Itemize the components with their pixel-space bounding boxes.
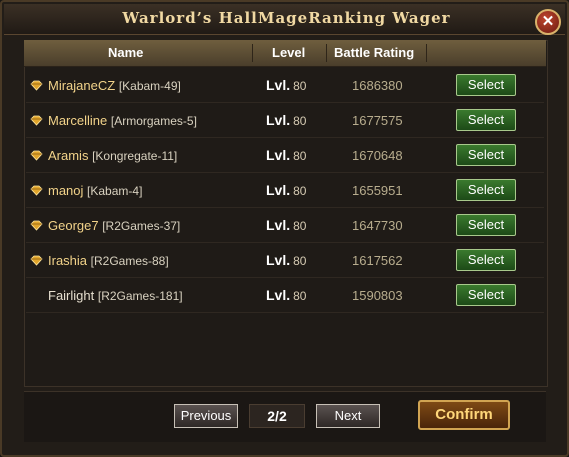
- header-name: Name: [108, 45, 144, 60]
- battle-rating: 1590803: [352, 288, 403, 303]
- player-name: Fairlight [R2Games-181]: [48, 288, 183, 303]
- player-level: Lvl. 80: [266, 252, 307, 268]
- player-level: Lvl. 80: [266, 287, 307, 303]
- player-level: Lvl. 80: [266, 147, 307, 163]
- select-button[interactable]: Select: [456, 214, 516, 236]
- table-row: George7 [R2Games-37] Lvl. 80 1647730 Sele…: [26, 210, 544, 243]
- page-indicator: 2/2: [249, 404, 305, 428]
- table-header: Name Level Battle Rating: [24, 40, 546, 67]
- player-name: Irashia [R2Games-88]: [48, 253, 169, 268]
- player-name: MirajaneCZ [Kabam-49]: [48, 78, 181, 93]
- close-button[interactable]: ✕: [535, 9, 561, 35]
- select-button[interactable]: Select: [456, 249, 516, 271]
- battle-rating: 1617562: [352, 253, 403, 268]
- table-row: MirajaneCZ [Kabam-49] Lvl. 80 1686380 Sel…: [26, 70, 544, 103]
- select-button[interactable]: Select: [456, 179, 516, 201]
- confirm-button[interactable]: Confirm: [418, 400, 510, 430]
- battle-rating: 1647730: [352, 218, 403, 233]
- player-server: [Armorgames-5]: [110, 114, 197, 128]
- next-button[interactable]: Next: [316, 404, 380, 428]
- table-row: manoj [Kabam-4] Lvl. 80 1655951 Select: [26, 175, 544, 208]
- player-server: [Kabam-4]: [87, 184, 143, 198]
- header-level: Level: [272, 45, 306, 60]
- player-name: George7 [R2Games-37]: [48, 218, 181, 233]
- wager-window: Warlord’s HallMageRanking Wager ✕ Name L…: [0, 0, 569, 457]
- gem-icon: [30, 80, 43, 91]
- battle-rating: 1677575: [352, 113, 403, 128]
- player-server: [Kabam-49]: [118, 79, 181, 93]
- player-name: Aramis [Kongregate-11]: [48, 148, 178, 163]
- player-level: Lvl. 80: [266, 217, 307, 233]
- header-divider: [252, 44, 253, 62]
- select-button[interactable]: Select: [456, 109, 516, 131]
- select-button[interactable]: Select: [456, 284, 516, 306]
- select-button[interactable]: Select: [456, 74, 516, 96]
- player-server: [R2Games-88]: [90, 254, 169, 268]
- battle-rating: 1655951: [352, 183, 403, 198]
- table-row: Aramis [Kongregate-11] Lvl. 80 1670648 Se…: [26, 140, 544, 173]
- table-row: Marcelline [Armorgames-5] Lvl. 80 1677575…: [26, 105, 544, 138]
- window-title: Warlord’s HallMageRanking Wager: [122, 9, 451, 27]
- gem-icon: [30, 150, 43, 161]
- gem-icon: [30, 255, 43, 266]
- header-divider: [426, 44, 427, 62]
- player-level: Lvl. 80: [266, 112, 307, 128]
- header-rating: Battle Rating: [334, 45, 415, 60]
- player-server: [R2Games-181]: [97, 289, 183, 303]
- player-name: Marcelline [Armorgames-5]: [48, 113, 197, 128]
- gem-icon: [30, 220, 43, 231]
- player-server: [R2Games-37]: [102, 219, 181, 233]
- close-icon: ✕: [541, 13, 555, 30]
- player-level: Lvl. 80: [266, 182, 307, 198]
- battle-rating: 1670648: [352, 148, 403, 163]
- table-row: Irashia [R2Games-88] Lvl. 80 1617562 Sele…: [26, 245, 544, 278]
- player-name: manoj [Kabam-4]: [48, 183, 143, 198]
- header-divider: [326, 44, 327, 62]
- battle-rating: 1686380: [352, 78, 403, 93]
- select-button[interactable]: Select: [456, 144, 516, 166]
- previous-button[interactable]: Previous: [174, 404, 238, 428]
- table-row: Fairlight [R2Games-181] Lvl. 80 1590803 S…: [26, 280, 544, 313]
- player-level: Lvl. 80: [266, 77, 307, 93]
- player-server: [Kongregate-11]: [92, 149, 178, 163]
- gem-icon: [30, 115, 43, 126]
- gem-icon: [30, 185, 43, 196]
